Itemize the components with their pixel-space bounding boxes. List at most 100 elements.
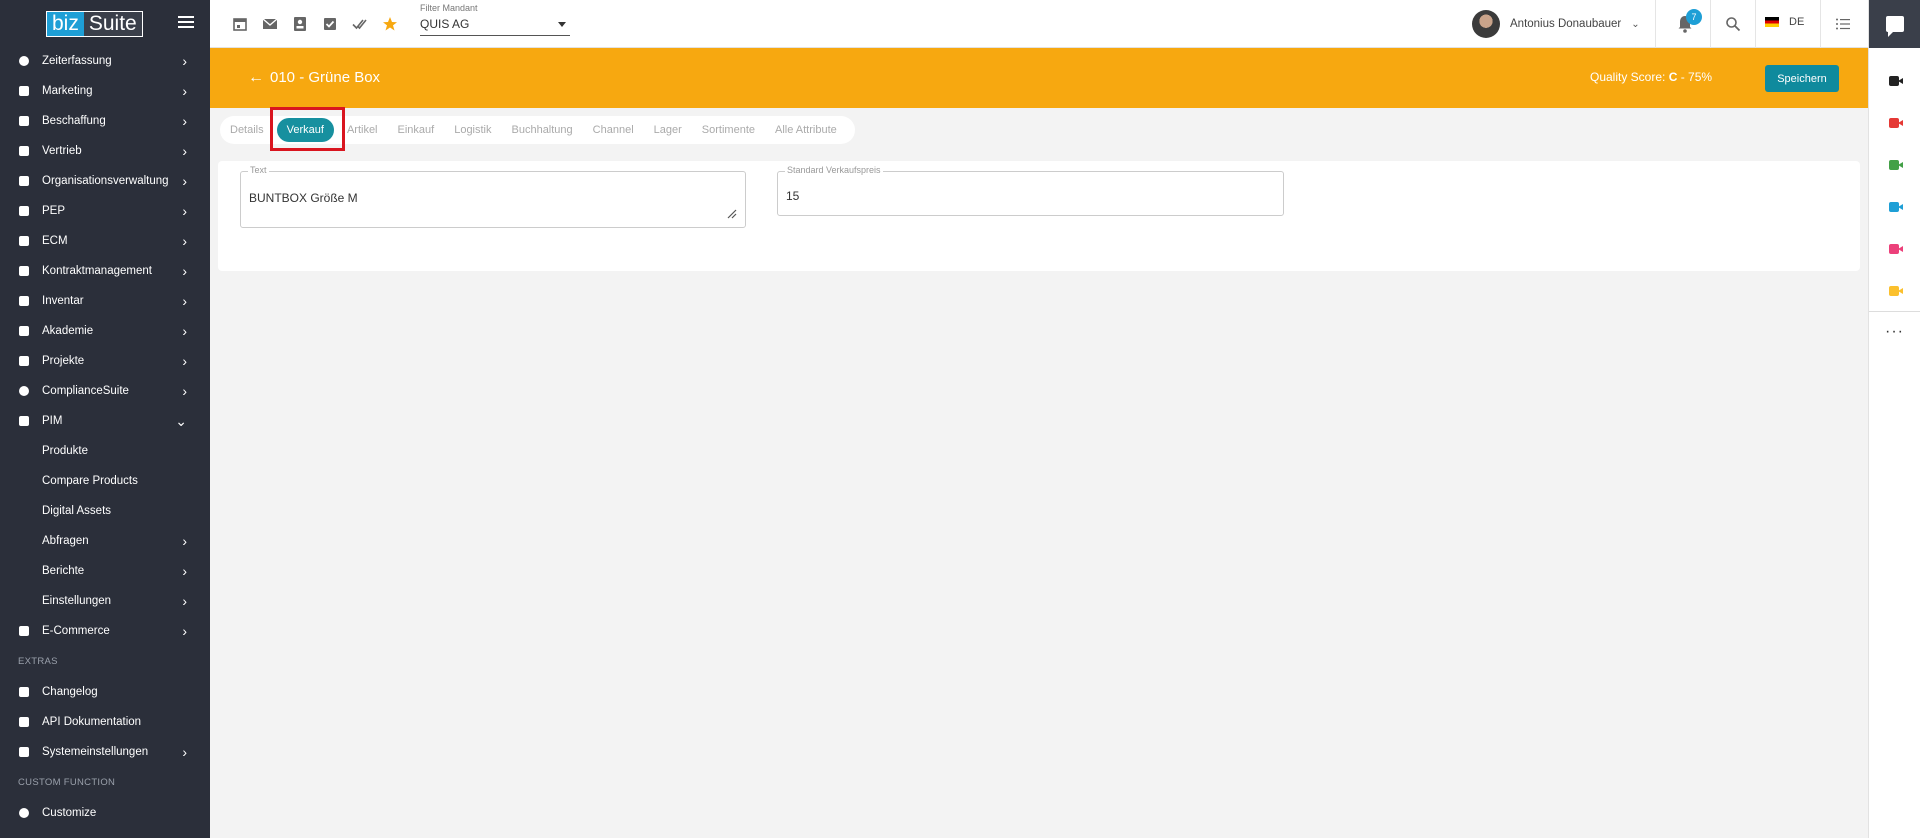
sidebar-item-label: Akademie xyxy=(42,325,94,337)
tab-details[interactable]: Details xyxy=(220,116,274,144)
lock-icon xyxy=(19,747,29,757)
sidebar-item-beschaffung[interactable]: Beschaffung › xyxy=(0,106,210,136)
chevron-right-icon: › xyxy=(182,533,187,549)
page-title: 010 - Grüne Box xyxy=(270,69,381,86)
avatar xyxy=(1472,10,1500,38)
form-card: Text BUNTBOX Größe M Standard Verkaufspr… xyxy=(218,161,1860,271)
chevron-right-icon: › xyxy=(182,383,187,399)
sidebar-item-customize[interactable]: Customize xyxy=(0,798,210,828)
tab-alle-attribute[interactable]: Alle Attribute xyxy=(765,116,847,144)
sidebar-item-label: PEP xyxy=(42,205,66,217)
video-camera-icon[interactable] xyxy=(1889,244,1904,254)
more-horizontal-icon[interactable]: ··· xyxy=(1885,323,1904,341)
chevron-right-icon: › xyxy=(182,323,187,339)
star-icon[interactable] xyxy=(382,16,398,32)
text-field-label: Text xyxy=(248,165,269,175)
chat-button[interactable] xyxy=(1869,0,1920,48)
video-camera-icon[interactable] xyxy=(1889,76,1904,86)
section-heading-custom-function: CUSTOM FUNCTION xyxy=(18,777,116,788)
graduation-cap-icon xyxy=(19,326,29,336)
chevron-right-icon: › xyxy=(182,113,187,129)
chevron-down-icon: ⌄ xyxy=(175,413,187,429)
video-camera-icon[interactable] xyxy=(1889,118,1904,128)
video-camera-icon[interactable] xyxy=(1889,160,1904,170)
contact-card-icon[interactable] xyxy=(292,16,308,32)
sidebar-item-label: ECM xyxy=(42,235,68,247)
calendar-icon[interactable] xyxy=(232,16,248,32)
price-field-value: 15 xyxy=(786,189,800,203)
language-selector[interactable]: DE xyxy=(1765,16,1804,28)
tab-logistik[interactable]: Logistik xyxy=(444,116,501,144)
sidebar-subitem-einstellungen[interactable]: Einstellungen › xyxy=(0,586,210,616)
sidebar-item-kontraktmanagement[interactable]: Kontraktmanagement › xyxy=(0,256,210,286)
divider xyxy=(1820,0,1821,48)
sidebar-item-akademie[interactable]: Akademie › xyxy=(0,316,210,346)
sidebar-item-label: Customize xyxy=(42,807,97,819)
sidebar-item-ecm[interactable]: ECM › xyxy=(0,226,210,256)
sidebar-item-vertrieb[interactable]: Vertrieb › xyxy=(0,136,210,166)
mail-icon[interactable] xyxy=(262,16,278,32)
chat-icon xyxy=(1886,16,1904,37)
sidebar-subitem-produkte[interactable]: Produkte xyxy=(0,436,210,466)
sidebar-subitem-compare-products[interactable]: Compare Products xyxy=(0,466,210,496)
video-camera-icon[interactable] xyxy=(1889,202,1904,212)
chevron-right-icon: › xyxy=(182,593,187,609)
save-button[interactable]: Speichern xyxy=(1765,65,1839,92)
sidebar-item-ecommerce[interactable]: E-Commerce › xyxy=(0,616,210,646)
tab-verkauf[interactable]: Verkauf xyxy=(276,118,334,142)
sidebar-item-compliancesuite[interactable]: ComplianceSuite › xyxy=(0,376,210,406)
divider xyxy=(1655,0,1656,48)
tab-einkauf[interactable]: Einkauf xyxy=(388,116,445,144)
tab-sortimente[interactable]: Sortimente xyxy=(692,116,765,144)
search-icon[interactable] xyxy=(1725,16,1741,32)
pim-icon xyxy=(19,416,29,426)
quality-percent: - 75% xyxy=(1677,70,1713,84)
sidebar-item-organisationsverwaltung[interactable]: Organisationsverwaltung › xyxy=(0,166,210,196)
tab-bar: Details Verkauf Artikel Einkauf Logistik… xyxy=(220,116,855,144)
video-camera-icon[interactable] xyxy=(1889,286,1904,296)
sidebar-item-zeiterfassung[interactable]: Zeiterfassung › xyxy=(0,46,210,76)
chevron-right-icon: › xyxy=(182,263,187,279)
sidebar-item-projekte[interactable]: Projekte › xyxy=(0,346,210,376)
sidebar-subitem-abfragen[interactable]: Abfragen › xyxy=(0,526,210,556)
folder-icon xyxy=(19,236,29,246)
text-field[interactable]: Text BUNTBOX Größe M xyxy=(240,165,746,228)
standard-verkaufspreis-field[interactable]: Standard Verkaufspreis 15 xyxy=(777,165,1284,216)
chevron-right-icon: › xyxy=(182,233,187,249)
tab-lager[interactable]: Lager xyxy=(644,116,692,144)
logo-biz: biz xyxy=(47,12,84,36)
price-field-label: Standard Verkaufspreis xyxy=(785,165,883,175)
sidebar-subitem-berichte[interactable]: Berichte › xyxy=(0,556,210,586)
sidebar-subitem-digital-assets[interactable]: Digital Assets xyxy=(0,496,210,526)
sidebar-item-label: Vertrieb xyxy=(42,145,82,157)
logo-area: biz Suite xyxy=(0,0,210,48)
double-check-icon[interactable] xyxy=(352,16,368,32)
chevron-right-icon: › xyxy=(182,53,187,69)
dropdown-caret-icon xyxy=(558,22,566,27)
back-arrow-icon[interactable]: ← xyxy=(248,69,264,87)
sidebar-item-api-dokumentation[interactable]: API Dokumentation xyxy=(0,707,210,737)
filter-mandant-select[interactable]: QUIS AG xyxy=(420,14,570,36)
user-menu[interactable]: Antonius Donaubauer ⌄ xyxy=(1472,10,1640,38)
sidebar-item-changelog[interactable]: Changelog xyxy=(0,677,210,707)
filter-mandant-value: QUIS AG xyxy=(420,17,470,31)
gear-icon xyxy=(19,808,29,818)
tab-buchhaltung[interactable]: Buchhaltung xyxy=(502,116,583,144)
sidebar-item-inventar[interactable]: Inventar › xyxy=(0,286,210,316)
sidebar-item-pim[interactable]: PIM ⌄ xyxy=(0,406,210,436)
sidebar-item-pep[interactable]: PEP › xyxy=(0,196,210,226)
menu-toggle-icon[interactable] xyxy=(178,16,194,30)
group-icon xyxy=(19,206,29,216)
list-icon[interactable] xyxy=(1835,16,1851,32)
sidebar-item-label: Changelog xyxy=(42,686,98,698)
tab-channel[interactable]: Channel xyxy=(583,116,644,144)
sidebar-subitem-label: Berichte xyxy=(42,565,85,577)
bizsuite-logo[interactable]: biz Suite xyxy=(46,11,143,37)
tab-artikel[interactable]: Artikel xyxy=(337,116,388,144)
checkbox-icon[interactable] xyxy=(322,16,338,32)
sidebar-item-label: Zeiterfassung xyxy=(42,55,112,67)
resize-handle-icon[interactable] xyxy=(727,209,737,219)
sidebar-item-systemeinstellungen[interactable]: Systemeinstellungen › xyxy=(0,737,210,767)
sidebar-item-marketing[interactable]: Marketing › xyxy=(0,76,210,106)
sidebar-subitem-label: Abfragen xyxy=(42,535,89,547)
